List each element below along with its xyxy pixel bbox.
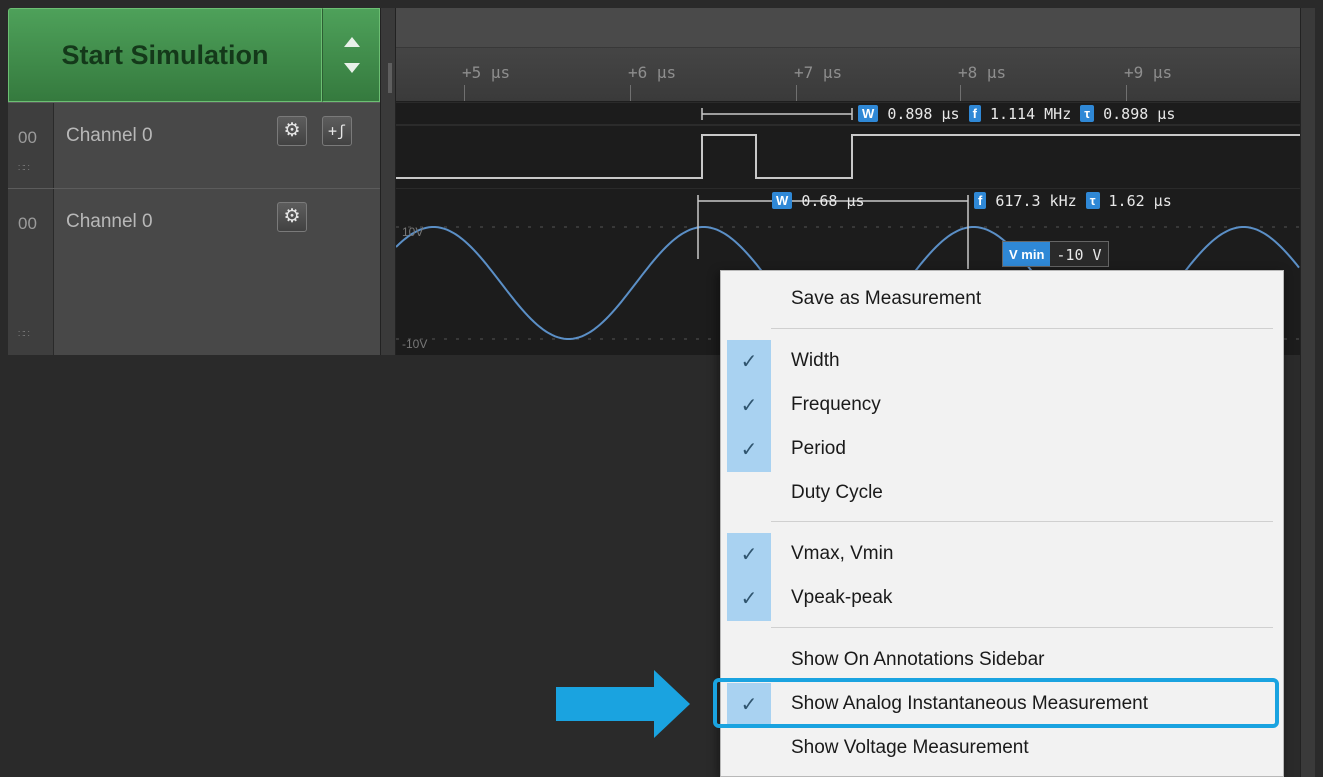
drag-handle-icon[interactable]: ∷∷: [18, 163, 30, 174]
arrow-up-icon: [344, 37, 360, 47]
vmin-axis-label: -10V: [402, 337, 428, 351]
menu-item-period[interactable]: ✓ Period: [721, 428, 1283, 472]
timeline-left-marker[interactable]: [388, 63, 392, 93]
check-icon: ✓: [727, 384, 771, 428]
channel-index-cell: 00 ∷∷: [8, 103, 54, 188]
menu-item-width[interactable]: ✓ Width: [721, 340, 1283, 384]
vmin-key: V min: [1003, 242, 1051, 266]
callout-arrow-icon: [654, 670, 690, 738]
menu-item-label: Vpeak-peak: [791, 587, 893, 608]
width-badge: W: [772, 192, 793, 209]
width-value: 0.898 µs: [887, 105, 960, 123]
menu-item-label: Frequency: [791, 394, 881, 415]
trigger-button[interactable]: +ʃ: [322, 116, 352, 146]
start-simulation-button[interactable]: Start Simulation: [8, 8, 322, 102]
menu-separator: [771, 521, 1273, 522]
menu-item-show-on-annotations-sidebar[interactable]: Show On Annotations Sidebar: [721, 639, 1283, 683]
frequency-badge: f: [968, 105, 981, 122]
menu-item-vpeak-peak[interactable]: ✓ Vpeak-peak: [721, 577, 1283, 621]
highlight-callout-box: [713, 678, 1279, 728]
menu-item-save-as-measurement[interactable]: Save as Measurement: [721, 278, 1283, 322]
analog-frequency-period-readout: f 617.3 kHz τ 1.62 µs: [974, 192, 1172, 210]
tick-label: +6 µs: [628, 63, 677, 82]
menu-separator: [771, 328, 1273, 329]
arrow-down-icon: [344, 63, 360, 73]
frequency-badge: f: [974, 192, 987, 209]
menu-separator: [771, 627, 1273, 628]
vertical-scrollbar[interactable]: [1300, 8, 1315, 777]
check-icon: ✓: [727, 577, 771, 621]
digital-measurement-readout: W 0.898 µs f 1.114 MHz τ 0.898 µs: [858, 105, 1175, 123]
width-badge: W: [858, 105, 879, 122]
tick-mark: [960, 85, 961, 101]
channel-name[interactable]: Channel 0: [66, 211, 153, 233]
frequency-value: 1.114 MHz: [989, 105, 1072, 123]
tick-mark: [630, 85, 631, 101]
tick-mark: [796, 85, 797, 101]
tick-mark: [464, 85, 465, 101]
period-value: 0.898 µs: [1103, 105, 1176, 123]
gear-icon: ⚙: [283, 120, 301, 141]
channel-row[interactable]: 00 ∷∷ Channel 0 ⚙ +ʃ: [8, 102, 380, 188]
menu-item-frequency[interactable]: ✓ Frequency: [721, 384, 1283, 428]
menu-item-label: Period: [791, 438, 846, 459]
tick-label: +9 µs: [1124, 63, 1173, 82]
digital-waveform-panel[interactable]: W 0.898 µs f 1.114 MHz τ 0.898 µs: [396, 103, 1300, 188]
simulation-options-toggle[interactable]: [322, 8, 380, 102]
menu-item-duty-cycle[interactable]: Duty Cycle: [721, 472, 1283, 516]
frequency-value: 617.3 kHz: [995, 192, 1077, 210]
width-value: 0.68 µs: [801, 192, 865, 210]
start-simulation-label: Start Simulation: [61, 39, 269, 70]
channel-index-cell: 00 ∷∷: [8, 189, 54, 355]
drag-handle-icon[interactable]: ∷∷: [18, 329, 30, 340]
channel-row[interactable]: 00 ∷∷ Channel 0 ⚙: [8, 188, 380, 355]
tick-label: +8 µs: [958, 63, 1007, 82]
menu-item-label: Vmax, Vmin: [791, 543, 894, 564]
callout-arrow-shaft: [556, 687, 654, 721]
channel-index: 00: [18, 214, 37, 233]
menu-item-label: Duty Cycle: [791, 482, 883, 503]
channel-settings-button[interactable]: ⚙: [277, 202, 307, 232]
vmin-value: -10 V: [1056, 246, 1102, 264]
analog-width-readout: W 0.68 µs: [772, 192, 865, 210]
header-strip: [396, 8, 1300, 48]
menu-item-show-voltage-measurement[interactable]: Show Voltage Measurement: [721, 727, 1283, 771]
period-value: 1.62 µs: [1108, 192, 1172, 210]
channel-index: 00: [18, 128, 37, 147]
channel-settings-button[interactable]: ⚙: [277, 116, 307, 146]
panel-splitter[interactable]: [380, 8, 396, 355]
check-icon: ✓: [727, 533, 771, 577]
gear-icon: ⚙: [283, 206, 301, 227]
menu-item-label: Width: [791, 350, 840, 371]
channel-name[interactable]: Channel 0: [66, 125, 153, 147]
menu-item-label: Save as Measurement: [791, 288, 982, 309]
check-icon: ✓: [727, 340, 771, 384]
menu-item-label: Show Voltage Measurement: [791, 737, 1029, 758]
vmin-instantaneous-tag: V min -10 V: [1002, 241, 1109, 267]
tick-mark: [1126, 85, 1127, 101]
tick-label: +5 µs: [462, 63, 511, 82]
menu-item-label: Show On Annotations Sidebar: [791, 649, 1045, 670]
check-icon: ✓: [727, 428, 771, 472]
period-badge: τ: [1080, 105, 1095, 122]
menu-item-vmax-vmin[interactable]: ✓ Vmax, Vmin: [721, 533, 1283, 577]
tick-label: +7 µs: [794, 63, 843, 82]
period-badge: τ: [1085, 192, 1100, 209]
timeline-header[interactable]: +5 µs +6 µs +7 µs +8 µs +9 µs: [388, 8, 1300, 102]
trigger-edge-icon: +ʃ: [327, 122, 347, 140]
vmax-axis-label: 10V: [402, 225, 424, 239]
